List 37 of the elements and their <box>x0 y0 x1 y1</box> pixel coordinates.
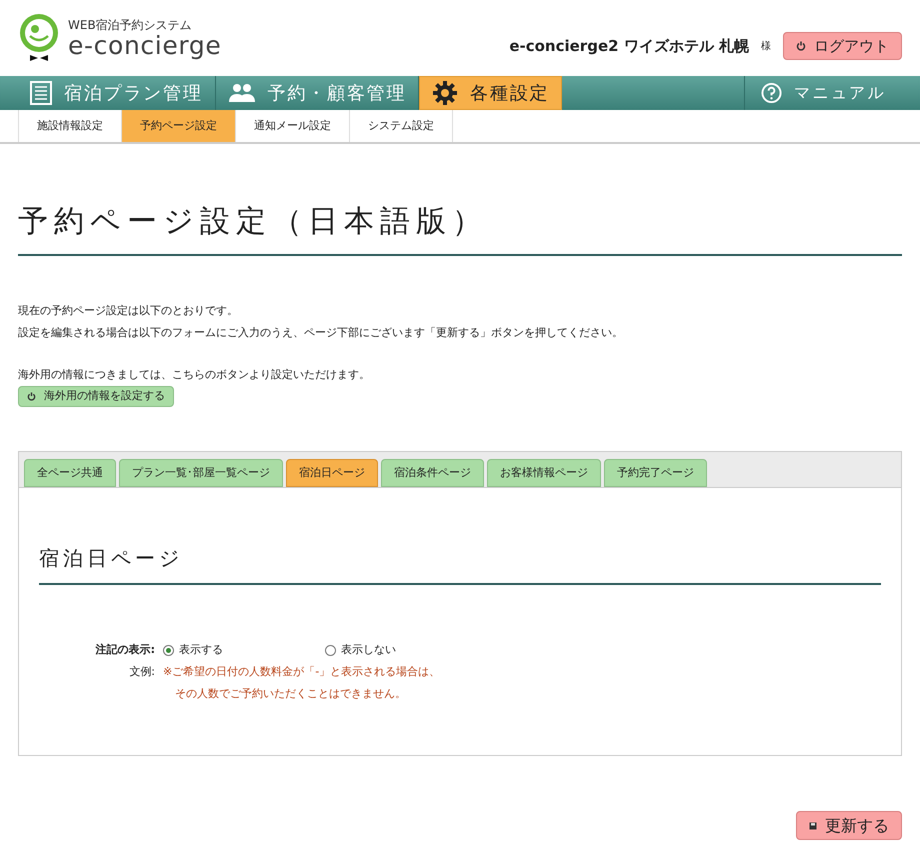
honorific-label: 様 <box>761 40 771 54</box>
sub-nav-tab[interactable]: 予約ページ設定 <box>122 110 236 142</box>
page-title: 予約ページ設定（日本語版） <box>18 203 489 241</box>
main-nav-tab[interactable]: 各種設定 <box>419 76 562 110</box>
example-text: その人数でご予約いただくことはできません。 <box>174 686 407 702</box>
radio-option[interactable]: 表示する <box>163 639 325 661</box>
page-tab[interactable]: 宿泊条件ページ <box>381 459 484 487</box>
example-text: ※ご希望の日付の人数料金が「-」と表示される場合は、 <box>163 664 442 680</box>
radio-button[interactable] <box>325 644 336 656</box>
intro-text: 設定を編集される場合は以下のフォームにご入力のうえ、ページ下部にございます「更新する」ボタンを押してください。 <box>18 325 624 341</box>
gear-icon <box>432 80 458 106</box>
page-tab[interactable]: お客様情報ページ <box>487 459 601 487</box>
help-icon <box>761 82 782 104</box>
logo-caption: WEB宿泊予約システム <box>68 18 193 30</box>
power-icon <box>796 41 806 51</box>
logo-wordmark: e-concierge <box>68 32 222 58</box>
overseas-note: 海外用の情報につきましては、こちらのボタンより設定いただけます。 <box>18 367 371 383</box>
page-tab[interactable]: 予約完了ページ <box>604 459 707 487</box>
field-label: 文例: <box>128 664 155 680</box>
people-icon <box>228 82 256 104</box>
page-tab[interactable]: 全ページ共通 <box>24 459 116 487</box>
page-tab[interactable]: 宿泊日ページ <box>286 459 378 487</box>
manual-link[interactable]: マニュアル <box>744 76 902 110</box>
save-icon <box>809 822 817 830</box>
radio-button[interactable] <box>163 644 174 656</box>
overseas-settings-button[interactable]: 海外用の情報を設定する <box>18 386 174 407</box>
account-name: e-concierge2 ワイズホテル 札幌 <box>509 36 749 57</box>
sub-nav-tab[interactable]: 施設情報設定 <box>18 110 122 142</box>
logout-button[interactable]: ログアウト <box>783 32 902 60</box>
page-tab[interactable]: プラン一覧･部屋一覧ページ <box>119 459 283 487</box>
field-label: 注記の表示: <box>94 642 155 658</box>
mascot-logo-icon <box>18 13 60 63</box>
intro-text: 現在の予約ページ設定は以下のとおりです。 <box>18 303 239 319</box>
radio-option[interactable]: 表示しない <box>325 639 487 661</box>
section-title: 宿泊日ページ <box>39 545 184 572</box>
list-icon <box>30 81 52 105</box>
update-button[interactable]: 更新する <box>796 811 902 840</box>
